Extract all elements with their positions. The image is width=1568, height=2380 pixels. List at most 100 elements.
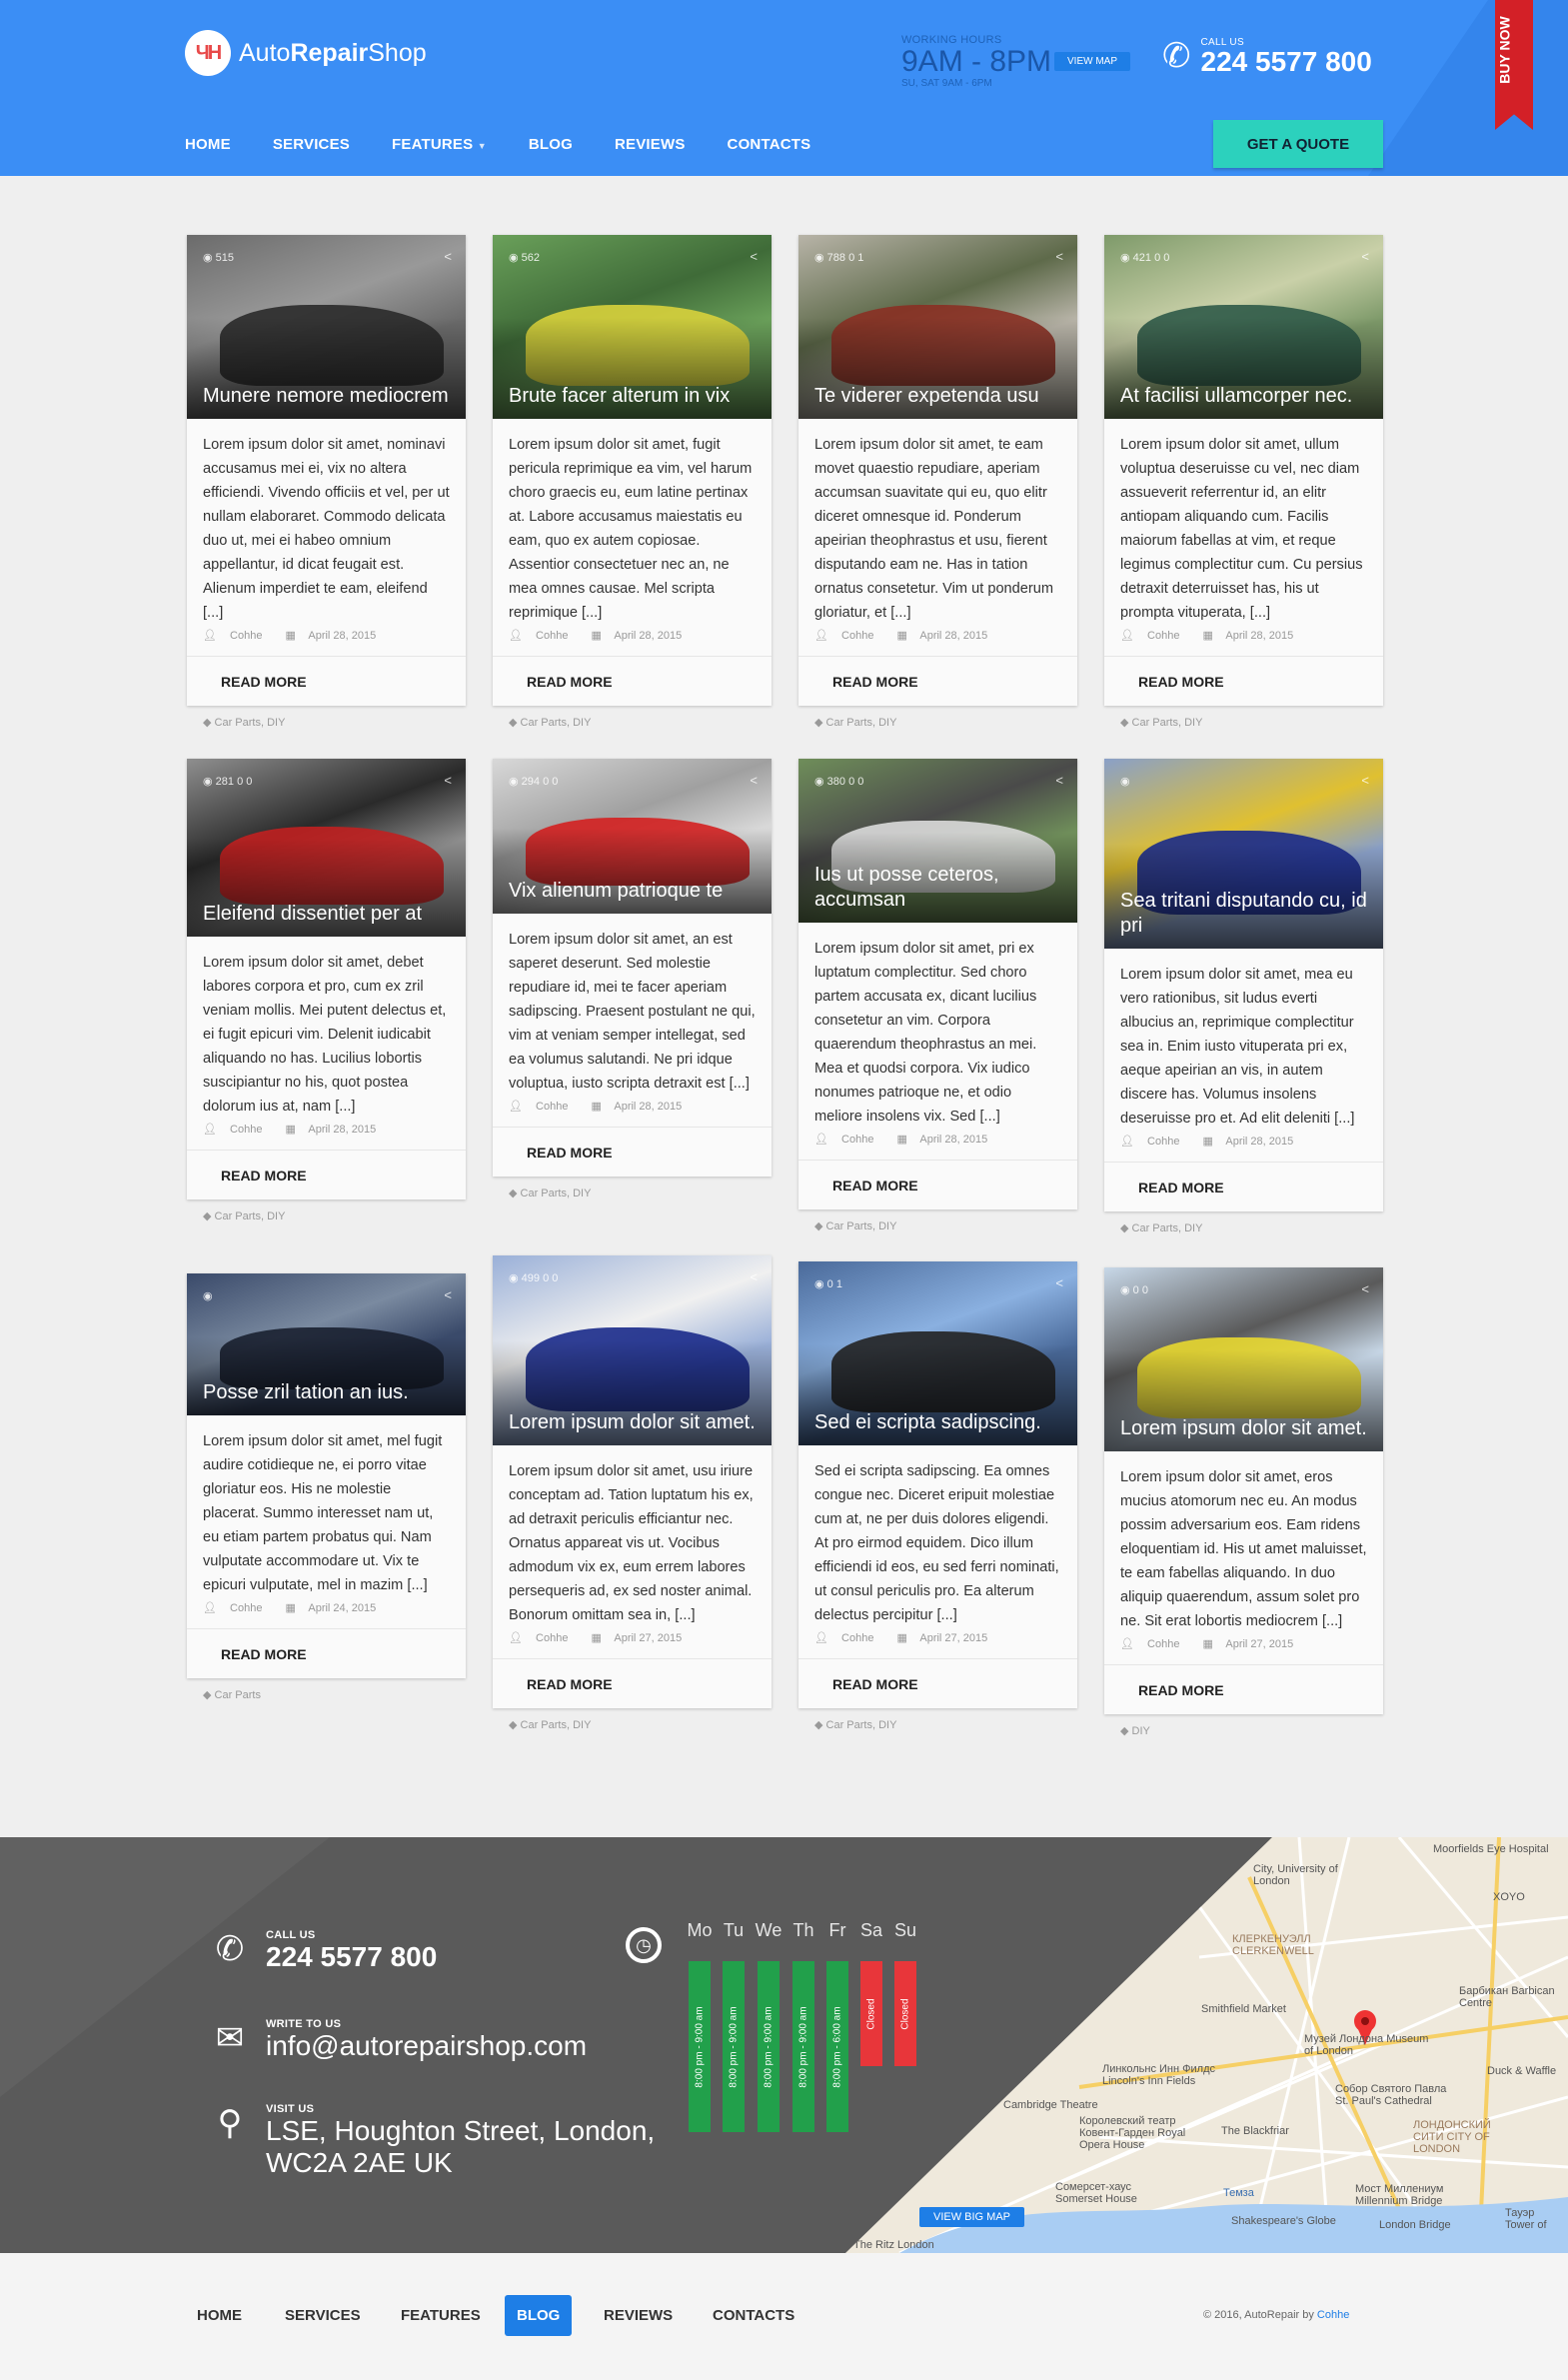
post-author[interactable]: 👤︎ Cohhe [1120, 1638, 1189, 1650]
post-title[interactable]: Posse zril tation an ius. [203, 1380, 452, 1405]
read-more-button[interactable]: READ MORE [798, 1160, 1077, 1209]
post-author[interactable]: 👤︎ Cohhe [203, 630, 272, 642]
share-icon[interactable]: < [1055, 773, 1063, 788]
post-author[interactable]: 👤︎ Cohhe [814, 1134, 883, 1146]
post-image[interactable]: ◉ 380 0 0 < Ius ut posse ceteros, accums… [798, 759, 1077, 923]
read-more-button[interactable]: READ MORE [1104, 656, 1383, 706]
post-date-value: April 24, 2015 [308, 1602, 377, 1614]
post-author-name: Cohhe [841, 1632, 874, 1644]
header-call[interactable]: ✆ CALL US 224 5577 800 [1162, 36, 1372, 76]
post-tags[interactable]: ◆ DIY [1120, 1724, 1150, 1737]
post-tags[interactable]: ◆ Car Parts [203, 1688, 261, 1701]
post-tags[interactable]: ◆ Car Parts, DIY [509, 1718, 591, 1731]
read-more-button[interactable]: READ MORE [798, 1658, 1077, 1708]
post-image[interactable]: ◉ < Sea tritani disputando cu, id pri [1104, 759, 1383, 949]
post-image[interactable]: ◉ 421 0 0 < At facilisi ullamcorper nec. [1104, 235, 1383, 419]
read-more-button[interactable]: READ MORE [187, 1150, 466, 1199]
contact-call[interactable]: ✆ CALL US 224 5577 800 [210, 1929, 438, 1973]
post-title[interactable]: Munere nemore mediocrem [203, 384, 452, 409]
post-image[interactable]: ◉ 499 0 0 < Lorem ipsum dolor sit amet. [493, 1255, 772, 1445]
post-author[interactable]: 👤︎ Cohhe [203, 1602, 272, 1614]
post-image[interactable]: ◉ 0 0 < Lorem ipsum dolor sit amet. [1104, 1267, 1383, 1451]
post-tags[interactable]: ◆ Car Parts, DIY [509, 1187, 591, 1199]
hours-main: 9AM - 8PM [901, 45, 1052, 78]
share-icon[interactable]: < [1361, 1281, 1369, 1296]
share-icon[interactable]: < [750, 1269, 758, 1284]
share-icon[interactable]: < [444, 1287, 452, 1302]
footer-nav-reviews[interactable]: REVIEWS [592, 2295, 685, 2336]
share-icon[interactable]: < [1361, 773, 1369, 788]
contact-email[interactable]: ✉ WRITE TO US info@autorepairshop.com [210, 2018, 587, 2062]
nav-features[interactable]: FEATURES ▼ [392, 120, 487, 169]
share-icon[interactable]: < [444, 773, 452, 788]
buy-now-ribbon[interactable]: BUY NOW [1495, 0, 1533, 130]
post-author[interactable]: 👤︎ Cohhe [1120, 1136, 1189, 1148]
post-image[interactable]: ◉ 788 0 1 < Te viderer expetenda usu [798, 235, 1077, 419]
user-icon: 👤︎ [203, 1602, 217, 1614]
post-tags[interactable]: ◆ Car Parts, DIY [203, 716, 285, 729]
read-more-button[interactable]: READ MORE [1104, 1162, 1383, 1211]
get-quote-button[interactable]: GET A QUOTE [1213, 120, 1383, 168]
share-icon[interactable]: < [1361, 249, 1369, 264]
post-author[interactable]: 👤︎ Cohhe [814, 1632, 883, 1644]
post-title[interactable]: At facilisi ullamcorper nec. [1120, 384, 1369, 409]
read-more-button[interactable]: READ MORE [493, 656, 772, 706]
post-author[interactable]: 👤︎ Cohhe [203, 1124, 272, 1136]
post-title[interactable]: Te viderer expetenda usu [814, 384, 1063, 409]
post-tags[interactable]: ◆ Car Parts, DIY [1120, 716, 1202, 729]
nav-contacts[interactable]: CONTACTS [728, 120, 811, 169]
post-author[interactable]: 👤︎ Cohhe [1120, 630, 1189, 642]
post-tags[interactable]: ◆ Car Parts, DIY [814, 1219, 896, 1232]
post-tags[interactable]: ◆ Car Parts, DIY [203, 1209, 285, 1222]
share-icon[interactable]: < [750, 249, 758, 264]
post-title[interactable]: Brute facer alterum in vix [509, 384, 758, 409]
post-title[interactable]: Lorem ipsum dolor sit amet. [1120, 1416, 1369, 1441]
view-map-button[interactable]: VIEW MAP [1054, 52, 1131, 71]
footer-nav-services[interactable]: SERVICES [273, 2295, 373, 2336]
post-image[interactable]: ◉ 281 0 0 < Eleifend dissentiet per at [187, 759, 466, 937]
post-image[interactable]: ◉ 0 1 < Sed ei scripta sadipscing. [798, 1261, 1077, 1445]
nav-reviews[interactable]: REVIEWS [615, 120, 686, 169]
post-image[interactable]: ◉ < Posse zril tation an ius. [187, 1273, 466, 1415]
footer-nav-blog[interactable]: BLOG [505, 2295, 573, 2336]
footer-nav-features[interactable]: FEATURES [389, 2295, 493, 2336]
read-more-button[interactable]: READ MORE [493, 1127, 772, 1177]
post-title[interactable]: Vix alienum patrioque te [509, 879, 758, 904]
post-tags[interactable]: ◆ Car Parts, DIY [1120, 1221, 1202, 1234]
post-stats-value: 562 [521, 252, 541, 264]
footer-nav-contacts[interactable]: CONTACTS [701, 2295, 806, 2336]
post-tags[interactable]: ◆ Car Parts, DIY [814, 1718, 896, 1731]
post-image[interactable]: ◉ 515 < Munere nemore mediocrem [187, 235, 466, 419]
post-tags[interactable]: ◆ Car Parts, DIY [509, 716, 591, 729]
share-icon[interactable]: < [444, 249, 452, 264]
share-icon[interactable]: < [750, 773, 758, 788]
post-title[interactable]: Sea tritani disputando cu, id pri [1120, 889, 1369, 939]
share-icon[interactable]: < [1055, 1275, 1063, 1290]
nav-services[interactable]: SERVICES [273, 120, 350, 169]
post-author[interactable]: 👤︎ Cohhe [509, 630, 578, 642]
read-more-button[interactable]: READ MORE [187, 1628, 466, 1678]
share-icon[interactable]: < [1055, 249, 1063, 264]
nav-home[interactable]: HOME [185, 120, 231, 169]
post-title[interactable]: Lorem ipsum dolor sit amet. [509, 1410, 758, 1435]
footer-nav-home[interactable]: HOME [185, 2295, 254, 2336]
post-author[interactable]: 👤︎ Cohhe [814, 630, 883, 642]
read-more-button[interactable]: READ MORE [798, 656, 1077, 706]
post-title[interactable]: Ius ut posse ceteros, accumsan [814, 863, 1063, 913]
post-title[interactable]: Eleifend dissentiet per at [203, 902, 452, 927]
site-logo[interactable]: ЧН AutoRepairShop [185, 30, 427, 76]
view-big-map-button[interactable]: VIEW BIG MAP [919, 2207, 1025, 2227]
read-more-button[interactable]: READ MORE [187, 656, 466, 706]
post-image[interactable]: ◉ 562 < Brute facer alterum in vix [493, 235, 772, 419]
post-tags-value: Car Parts, DIY [520, 1719, 592, 1731]
post-title[interactable]: Sed ei scripta sadipscing. [814, 1410, 1063, 1435]
post-stats-value: 515 [215, 252, 235, 264]
post-author[interactable]: 👤︎ Cohhe [509, 1101, 578, 1113]
nav-blog[interactable]: BLOG [529, 120, 573, 169]
copyright-link[interactable]: Cohhe [1317, 2309, 1349, 2321]
post-tags[interactable]: ◆ Car Parts, DIY [814, 716, 896, 729]
post-image[interactable]: ◉ 294 0 0 < Vix alienum patrioque te [493, 759, 772, 914]
read-more-button[interactable]: READ MORE [493, 1658, 772, 1708]
post-author[interactable]: 👤︎ Cohhe [509, 1632, 578, 1644]
read-more-button[interactable]: READ MORE [1104, 1664, 1383, 1714]
